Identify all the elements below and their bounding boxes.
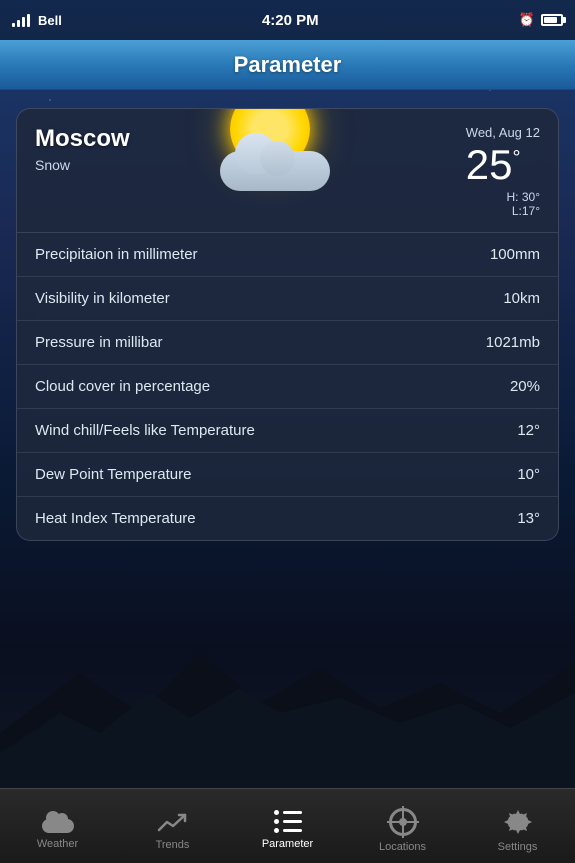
tab-parameter-label: Parameter <box>262 838 313 850</box>
param-label: Precipitaion in millimeter <box>35 246 198 263</box>
status-time: 4:20 PM <box>262 12 319 29</box>
carrier-label: Bell <box>38 13 62 28</box>
tab-bar: Weather Trends Parameter <box>0 788 575 863</box>
cloud-shape <box>220 151 330 191</box>
tab-trends[interactable]: Trends <box>115 802 230 851</box>
param-row: Wind chill/Feels like Temperature 12° <box>17 409 558 453</box>
status-left: Bell <box>12 13 62 28</box>
locations-tab-icon <box>389 808 417 836</box>
high-temp: H: 30° <box>507 190 540 204</box>
tab-weather[interactable]: Weather <box>0 803 115 850</box>
current-temp: 25° <box>466 144 540 186</box>
clock-icon: ⏰ <box>519 12 535 28</box>
param-value: 1021mb <box>486 334 540 351</box>
battery-icon <box>541 14 563 26</box>
tab-trends-label: Trends <box>156 839 190 851</box>
param-row: Pressure in millibar 1021mb <box>17 321 558 365</box>
status-right: ⏰ <box>519 12 563 28</box>
trends-tab-icon <box>157 810 189 834</box>
battery-fill <box>544 17 557 23</box>
parameter-tab-icon <box>274 810 302 833</box>
cloud-icon <box>220 136 330 191</box>
header: Parameter <box>0 40 575 90</box>
param-row: Visibility in kilometer 10km <box>17 277 558 321</box>
hi-lo: H: 30° L:17° <box>466 190 540 218</box>
param-label: Wind chill/Feels like Temperature <box>35 422 255 439</box>
signal-bars <box>12 14 30 27</box>
tab-settings[interactable]: Settings <box>460 800 575 853</box>
tab-settings-label: Settings <box>498 841 538 853</box>
weather-tab-icon <box>42 811 74 833</box>
param-label: Heat Index Temperature <box>35 510 196 527</box>
weather-icon <box>210 108 340 199</box>
param-row: Precipitaion in millimeter 100mm <box>17 233 558 277</box>
param-value: 20% <box>510 378 540 395</box>
tab-parameter[interactable]: Parameter <box>230 802 345 850</box>
tab-weather-label: Weather <box>37 838 78 850</box>
tab-locations-label: Locations <box>379 841 426 853</box>
page-title: Parameter <box>234 52 342 78</box>
temp-value: 25 <box>466 144 513 186</box>
param-value: 10km <box>503 290 540 307</box>
status-bar: Bell 4:20 PM ⏰ <box>0 0 575 40</box>
low-temp: L:17° <box>512 204 540 218</box>
temp-degree: ° <box>513 148 521 168</box>
location-info: Moscow Snow <box>35 125 130 173</box>
main-content: Moscow Snow Wed, Aug 12 25° H: 30° L:17° <box>0 90 575 559</box>
param-row: Cloud cover in percentage 20% <box>17 365 558 409</box>
settings-tab-icon <box>504 808 532 836</box>
param-value: 13° <box>517 510 540 527</box>
param-value: 10° <box>517 466 540 483</box>
tab-locations[interactable]: Locations <box>345 800 460 853</box>
weather-condition: Snow <box>35 157 130 173</box>
param-row: Dew Point Temperature 10° <box>17 453 558 497</box>
param-row: Heat Index Temperature 13° <box>17 497 558 540</box>
date-text: Wed, Aug 12 <box>466 125 540 140</box>
param-label: Dew Point Temperature <box>35 466 191 483</box>
mountains <box>0 633 575 793</box>
temp-info: Wed, Aug 12 25° H: 30° L:17° <box>466 125 540 218</box>
param-label: Pressure in millibar <box>35 334 163 351</box>
weather-header: Moscow Snow Wed, Aug 12 25° H: 30° L:17° <box>17 109 558 233</box>
param-value: 12° <box>517 422 540 439</box>
param-label: Visibility in kilometer <box>35 290 170 307</box>
weather-card: Moscow Snow Wed, Aug 12 25° H: 30° L:17° <box>16 108 559 541</box>
parameter-rows: Precipitaion in millimeter 100mm Visibil… <box>17 233 558 540</box>
city-name: Moscow <box>35 125 130 153</box>
param-value: 100mm <box>490 246 540 263</box>
param-label: Cloud cover in percentage <box>35 378 210 395</box>
